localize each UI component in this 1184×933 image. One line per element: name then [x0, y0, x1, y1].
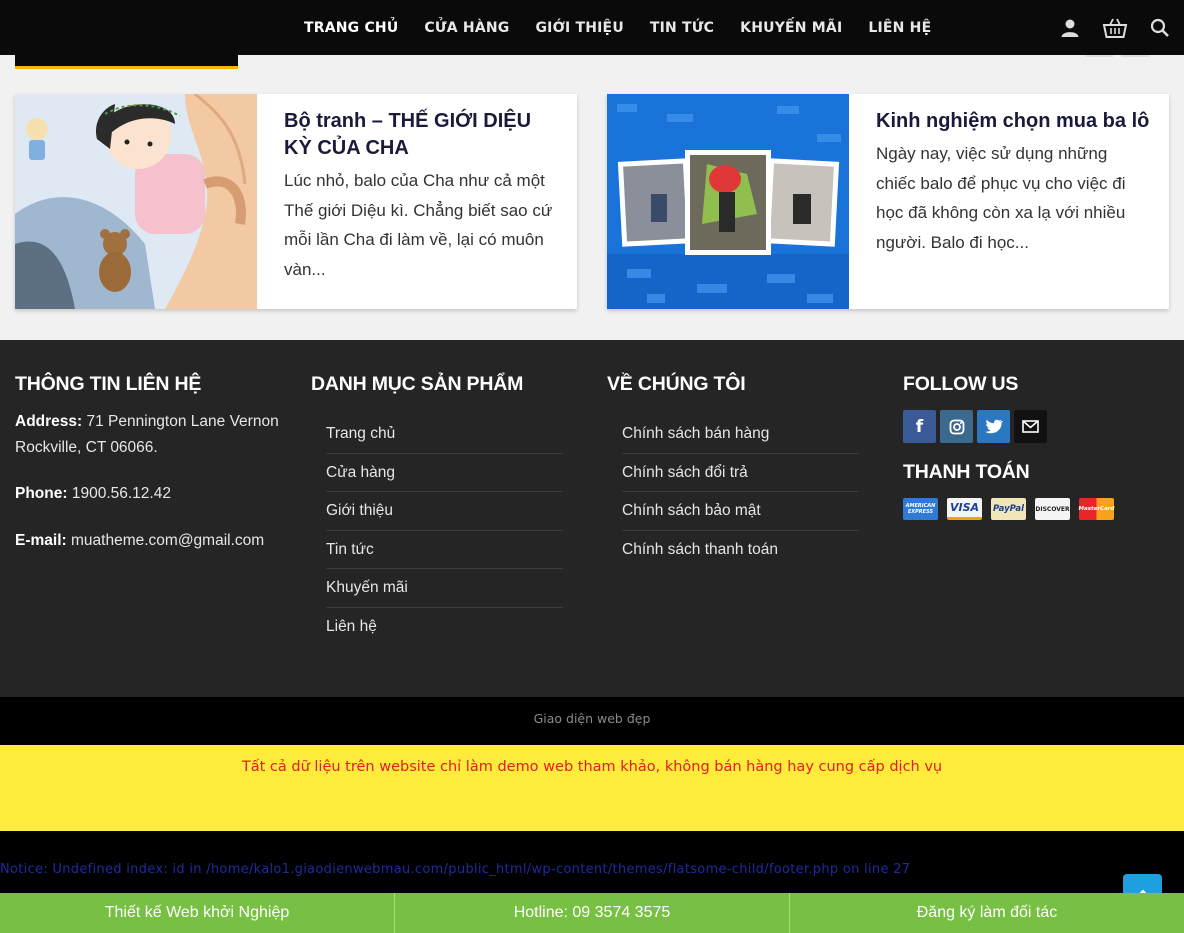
footer-contact-column: THÔNG TIN LIÊN HỆ Address: 71 Pennington… — [15, 373, 285, 554]
footer-link-item: Chính sách đổi trả — [622, 454, 859, 493]
slider-next-button[interactable] — [1121, 55, 1149, 57]
footer-link-item: Chính sách bảo mật — [622, 492, 859, 531]
post-content: Bộ tranh – THẾ GIỚI DIỆU KỲ CỦA CHA Lúc … — [284, 108, 559, 284]
instagram-icon[interactable] — [940, 410, 973, 443]
footer-link-item: Giới thiệu — [326, 492, 563, 531]
footer-link-home[interactable]: Trang chủ — [326, 425, 395, 442]
slider-controls — [1085, 55, 1149, 57]
footer-link-item: Khuyến mãi — [326, 569, 563, 608]
nav-item-promotions[interactable]: KHUYẾN MÃI — [740, 20, 842, 36]
nav-item-shop[interactable]: CỬA HÀNG — [424, 20, 509, 36]
visa-card-icon: VISA — [947, 498, 982, 520]
email-icon[interactable] — [1014, 410, 1047, 443]
address-label: Address: — [15, 413, 83, 430]
top-navigation-bar: TRANG CHỦ CỬA HÀNG GIỚI THIỆU TIN TỨC KH… — [0, 0, 1184, 55]
footer-follow-heading: FOLLOW US — [903, 373, 1019, 395]
post-thumbnail[interactable] — [15, 94, 257, 309]
footer-contact-heading: THÔNG TIN LIÊN HỆ — [15, 373, 202, 395]
contact-info: Address: 71 Pennington Lane Vernon Rockv… — [15, 409, 285, 554]
contact-address: Address: 71 Pennington Lane Vernon Rockv… — [15, 409, 285, 461]
news-section: Bộ tranh – THẾ GIỚI DIỆU KỲ CỦA CHA Lúc … — [0, 70, 1184, 340]
contact-email: E-mail: muatheme.com@gmail.com — [15, 528, 285, 554]
footer-categories-list: Trang chủ Cửa hàng Giới thiệu Tin tức Kh… — [311, 415, 563, 647]
mastercard-card-icon: MasterCard — [1079, 498, 1114, 520]
footer-link-news[interactable]: Tin tức — [326, 541, 374, 558]
post-card[interactable]: Kinh nghiệm chọn mua ba lô Ngày nay, việ… — [607, 94, 1169, 309]
payment-methods: AMERICAN EXPRESS VISA PayPal DISCOVER Ma… — [903, 498, 1163, 520]
phone-label: Phone: — [15, 485, 68, 502]
social-links: f — [903, 410, 1163, 443]
footer-link-privacy-policy[interactable]: Chính sách bảo mật — [622, 502, 761, 519]
footer-categories-heading: DANH MỤC SẢN PHẨM — [311, 373, 524, 395]
main-menu: TRANG CHỦ CỬA HÀNG GIỚI THIỆU TIN TỨC KH… — [291, 0, 944, 55]
search-icon[interactable] — [1150, 18, 1170, 38]
post-excerpt: Ngày nay, việc sử dụng những chiếc balo … — [876, 144, 1126, 252]
slider-prev-button[interactable] — [1085, 55, 1113, 57]
twitter-icon[interactable] — [977, 410, 1010, 443]
footer-about-heading: VỀ CHÚNG TÔI — [607, 373, 746, 395]
contact-phone: Phone: 1900.56.12.42 — [15, 481, 285, 507]
footer-payment-heading: THANH TOÁN — [903, 461, 1030, 483]
footer-link-promotions[interactable]: Khuyến mãi — [326, 579, 408, 596]
email-value[interactable]: muatheme.com@gmail.com — [71, 532, 264, 549]
footer-link-item: Chính sách bán hàng — [622, 415, 859, 454]
footer-follow-column: FOLLOW US f THANH TOÁN AMERICAN EXPRESS … — [903, 373, 1163, 520]
php-notice-text: Notice: Undefined index: id in /home/kal… — [0, 862, 911, 877]
nav-item-about[interactable]: GIỚI THIỆU — [535, 20, 623, 36]
footer-link-item: Chính sách thanh toán — [622, 531, 859, 570]
phone-value[interactable]: 1900.56.12.42 — [72, 485, 171, 502]
demo-notice-banner: Tất cả dữ liệu trên website chỉ làm demo… — [0, 745, 1184, 831]
footer-link-about[interactable]: Giới thiệu — [326, 502, 393, 519]
footer-link-payment-policy[interactable]: Chính sách thanh toán — [622, 541, 778, 558]
footer-link-sales-policy[interactable]: Chính sách bán hàng — [622, 425, 769, 442]
nav-item-contact[interactable]: LIÊN HỆ — [868, 20, 931, 36]
footer-about-column: VỀ CHÚNG TÔI Chính sách bán hàng Chính s… — [607, 373, 859, 569]
footer-link-item: Trang chủ — [326, 415, 563, 454]
post-thumbnail[interactable] — [607, 94, 849, 309]
basket-icon[interactable] — [1102, 17, 1128, 39]
partner-register-link[interactable]: Đăng ký làm đối tác — [790, 893, 1184, 933]
footer-link-item: Liên hệ — [326, 608, 563, 647]
post-content: Kinh nghiệm chọn mua ba lô Ngày nay, việ… — [876, 108, 1151, 257]
footer-categories-column: DANH MỤC SẢN PHẨM Trang chủ Cửa hàng Giớ… — [311, 373, 563, 647]
nav-item-home[interactable]: TRANG CHỦ — [304, 20, 398, 36]
footer-link-contact[interactable]: Liên hệ — [326, 618, 377, 635]
hotline-link[interactable]: Hotline: 09 3574 3575 — [395, 893, 790, 933]
discover-card-icon: DISCOVER — [1035, 498, 1070, 520]
sticky-bottom-bar: Thiết kế Web khởi Nghiệp Hotline: 09 357… — [0, 893, 1184, 933]
footer-link-return-policy[interactable]: Chính sách đổi trả — [622, 464, 748, 481]
footer-link-item: Cửa hàng — [326, 454, 563, 493]
facebook-icon[interactable]: f — [903, 410, 936, 443]
post-card[interactable]: Bộ tranh – THẾ GIỚI DIỆU KỲ CỦA CHA Lúc … — [15, 94, 577, 309]
email-label: E-mail: — [15, 532, 67, 549]
user-icon[interactable] — [1060, 18, 1080, 38]
nav-item-news[interactable]: TIN TỨC — [650, 20, 714, 36]
post-excerpt: Lúc nhỏ, balo của Cha như cả một Thế giớ… — [284, 171, 553, 279]
site-footer: THÔNG TIN LIÊN HỆ Address: 71 Pennington… — [0, 340, 1184, 697]
amex-card-icon: AMERICAN EXPRESS — [903, 498, 938, 520]
footer-link-item: Tin tức — [326, 531, 563, 570]
section-title-tab — [15, 55, 238, 69]
startup-web-design-link[interactable]: Thiết kế Web khởi Nghiệp — [0, 893, 395, 933]
header-icons — [1060, 0, 1170, 55]
footer-link-shop[interactable]: Cửa hàng — [326, 464, 395, 481]
copyright-bar: Giao diện web đẹp — [0, 697, 1184, 745]
paypal-card-icon: PayPal — [991, 498, 1026, 520]
footer-policy-list: Chính sách bán hàng Chính sách đổi trả C… — [607, 415, 859, 569]
post-title[interactable]: Kinh nghiệm chọn mua ba lô — [876, 108, 1151, 135]
post-title[interactable]: Bộ tranh – THẾ GIỚI DIỆU KỲ CỦA CHA — [284, 108, 559, 162]
